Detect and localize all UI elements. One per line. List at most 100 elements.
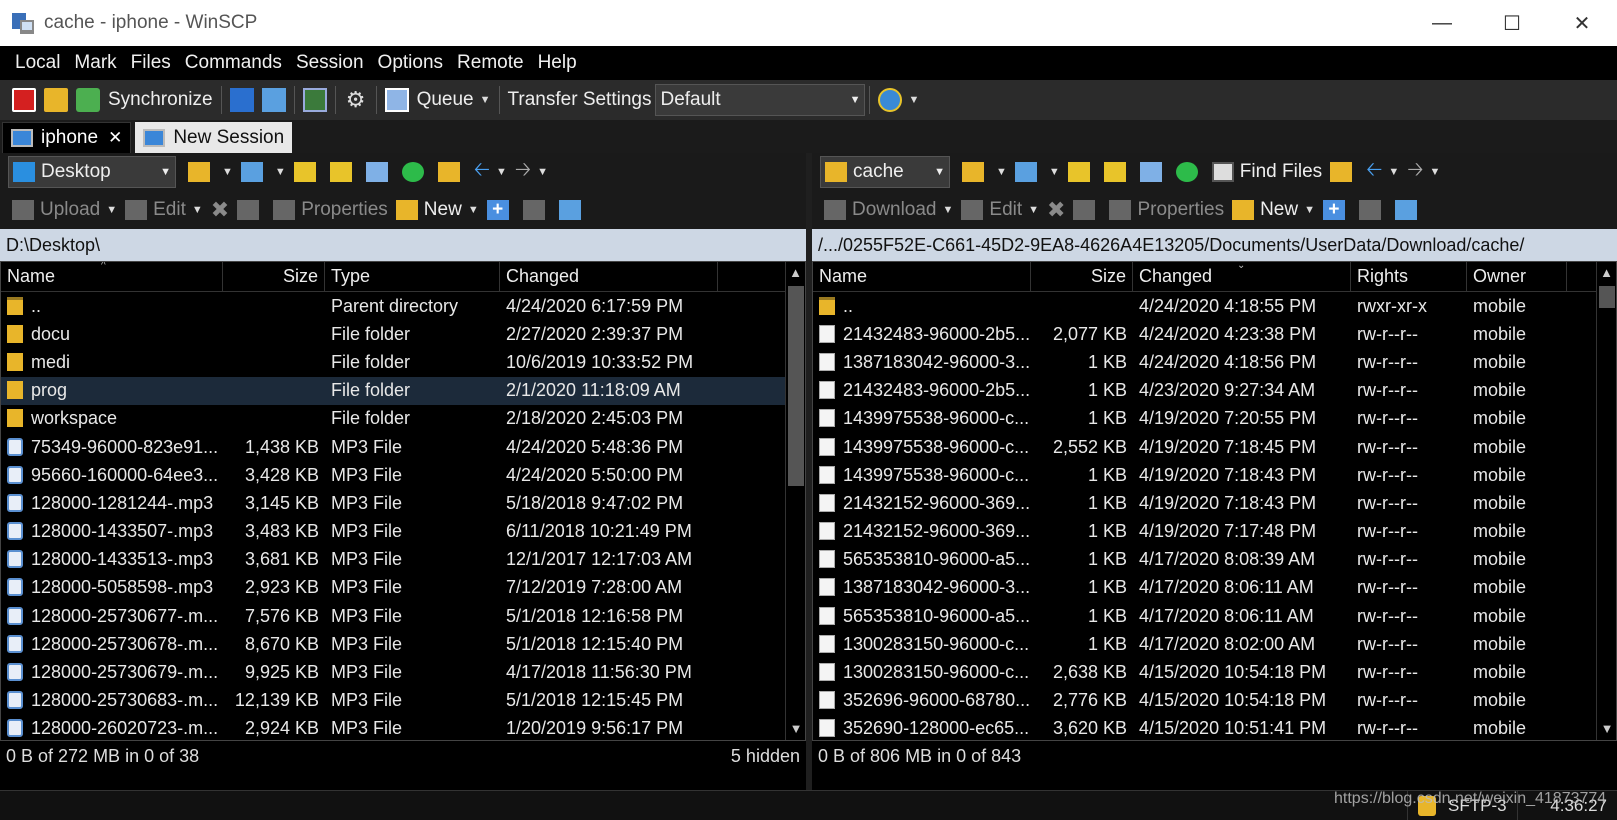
scroll-thumb[interactable]	[1599, 286, 1615, 308]
open-directory-button[interactable]: ▼	[184, 156, 237, 188]
properties-button[interactable]: Properties	[1105, 194, 1228, 226]
column-size[interactable]: Size	[1031, 262, 1133, 291]
preferences-button[interactable]: ⚙	[340, 83, 372, 117]
table-row[interactable]: 128000-1433513-.mp3 3,681 KB MP3 File 12/1/…	[1, 546, 805, 574]
column-type[interactable]: Type	[325, 262, 500, 291]
explorer-view-button[interactable]	[299, 83, 331, 117]
hidden-files-count[interactable]: 5 hidden	[731, 746, 800, 767]
forward-button[interactable]: 🡢 ▼	[1403, 156, 1444, 188]
synchronize-browsing-button[interactable]	[40, 83, 72, 117]
menu-session[interactable]: Session	[289, 52, 371, 74]
table-row[interactable]: 95660-160000-64ee3... 3,428 KB MP3 File 4/2…	[1, 461, 805, 489]
column-size[interactable]: Size	[223, 262, 325, 291]
queue-button[interactable]: Queue ▼	[381, 83, 495, 117]
remote-path-bar[interactable]: /.../0255F52E-C661-45D2-9EA8-4626A4E1320…	[812, 229, 1617, 261]
table-row[interactable]: prog File folder 2/1/2020 11:18:09 AM	[1, 376, 805, 405]
table-row[interactable]: 1300283150-96000-c... 1 KB 4/17/2020 8:02:…	[813, 630, 1616, 658]
find-files-button[interactable]: Find Files	[1208, 156, 1326, 188]
menu-mark[interactable]: Mark	[67, 52, 123, 74]
menu-commands[interactable]: Commands	[178, 52, 289, 74]
download-button[interactable]: Download ▼	[820, 194, 957, 226]
table-row[interactable]: 21432152-96000-369... 1 KB 4/19/2020 7:18:…	[813, 489, 1616, 517]
parent-directory-button[interactable]	[1064, 156, 1100, 188]
column-name[interactable]: Name ^	[1, 262, 223, 291]
close-tab-icon[interactable]: ✕	[108, 128, 122, 148]
filter-button[interactable]: ▼	[1011, 156, 1064, 188]
table-row[interactable]: 1439975538-96000-c... 1 KB 4/19/2020 7:20:…	[813, 405, 1616, 433]
open-directory-button[interactable]: ▼	[958, 156, 1011, 188]
filter-button[interactable]: ▼	[237, 156, 290, 188]
table-row[interactable]: 565353810-96000-a5... 1 KB 4/17/2020 8:06:…	[813, 602, 1616, 630]
table-row[interactable]: 128000-1281244-.mp3 3,145 KB MP3 File 5/18/…	[1, 489, 805, 517]
table-row[interactable]: 21432483-96000-2b5... 1 KB 4/23/2020 9:27:…	[813, 377, 1616, 405]
scroll-thumb[interactable]	[788, 286, 804, 486]
new-button[interactable]: New ▼	[392, 194, 483, 226]
scroll-down-icon[interactable]: ▼	[786, 718, 805, 740]
menu-local[interactable]: Local	[8, 52, 67, 74]
table-row[interactable]: 128000-26020723-.m... 2,924 KB MP3 File 1/2…	[1, 715, 805, 740]
table-row[interactable]: 352690-128000-ec65... 3,620 KB 4/15/2020 1…	[813, 715, 1616, 740]
root-directory-button[interactable]	[1100, 156, 1136, 188]
unselect-button[interactable]	[1355, 194, 1391, 226]
remote-file-list[interactable]: Name Size Changed ⌄ Rights Owner .. 4/24/2…	[812, 261, 1617, 741]
maximize-icon[interactable]: ☐	[1477, 0, 1547, 46]
column-name[interactable]: Name	[813, 262, 1031, 291]
sites-button[interactable]: ▼	[874, 83, 923, 117]
table-row[interactable]: 1387183042-96000-3... 1 KB 4/17/2020 8:06:…	[813, 574, 1616, 602]
select-all-button[interactable]: +	[483, 194, 519, 226]
table-row[interactable]: 128000-25730683-.m... 12,139 KB MP3 File 5/…	[1, 687, 805, 715]
rename-button[interactable]	[233, 194, 269, 226]
scroll-up-icon[interactable]: ▲	[786, 262, 805, 284]
table-row[interactable]: 128000-5058598-.mp3 2,923 KB MP3 File 7/12/…	[1, 574, 805, 602]
menu-remote[interactable]: Remote	[450, 52, 531, 74]
table-row[interactable]: 128000-1433507-.mp3 3,483 KB MP3 File 6/11/…	[1, 518, 805, 546]
table-row[interactable]: 1439975538-96000-c... 2,552 KB 4/19/2020 7…	[813, 433, 1616, 461]
column-changed[interactable]: Changed	[500, 262, 718, 291]
remote-vertical-scrollbar[interactable]: ▲ ▼	[1596, 262, 1616, 740]
local-location-select[interactable]: Desktop ▼	[8, 156, 176, 188]
scroll-up-icon[interactable]: ▲	[1597, 262, 1616, 284]
table-row[interactable]: 128000-25730679-.m... 9,925 KB MP3 File 4/1…	[1, 658, 805, 686]
edit-button[interactable]: Edit ▼	[121, 194, 207, 226]
table-row[interactable]: workspace File folder 2/18/2020 2:45:03 PM	[1, 405, 805, 433]
home-button[interactable]	[362, 156, 398, 188]
table-row[interactable]: 21432483-96000-2b5... 2,077 KB 4/24/2020 4…	[813, 320, 1616, 348]
local-path-bar[interactable]: D:\Desktop\	[0, 229, 806, 261]
open-terminal-button[interactable]	[226, 83, 258, 117]
new-button[interactable]: New ▼	[1228, 194, 1319, 226]
table-row[interactable]: 75349-96000-823e91... 1,438 KB MP3 File 4/2…	[1, 433, 805, 461]
column-owner[interactable]: Owner	[1467, 262, 1567, 291]
table-row[interactable]: 128000-25730677-.m... 7,576 KB MP3 File 5/1…	[1, 602, 805, 630]
remote-location-select[interactable]: cache ▼	[820, 156, 950, 188]
delete-button[interactable]: ✖	[1043, 194, 1069, 226]
menu-options[interactable]: Options	[371, 52, 450, 74]
menu-files[interactable]: Files	[124, 52, 178, 74]
table-row[interactable]: medi File folder 10/6/2019 10:33:52 PM	[1, 348, 805, 376]
local-file-list[interactable]: Name ^ Size Type Changed .. Parent directo…	[0, 261, 806, 741]
column-changed[interactable]: Changed ⌄	[1133, 262, 1351, 291]
home-button[interactable]	[1136, 156, 1172, 188]
tree-button[interactable]	[434, 156, 470, 188]
tab-iphone[interactable]: iphone ✕	[2, 122, 132, 153]
table-row[interactable]: 565353810-96000-a5... 1 KB 4/17/2020 8:08:…	[813, 546, 1616, 574]
table-row[interactable]: 1300283150-96000-c... 2,638 KB 4/15/2020 1…	[813, 658, 1616, 686]
minimize-icon[interactable]: —	[1407, 0, 1477, 46]
local-vertical-scrollbar[interactable]: ▲ ▼	[785, 262, 805, 740]
back-button[interactable]: 🡠 ▼	[470, 156, 511, 188]
select-all-button[interactable]: +	[1319, 194, 1355, 226]
invert-selection-button[interactable]	[1391, 194, 1427, 226]
refresh-button[interactable]	[398, 156, 434, 188]
table-row[interactable]: docu File folder 2/27/2020 2:39:37 PM	[1, 320, 805, 348]
tree-button[interactable]	[1326, 156, 1362, 188]
open-putty-button[interactable]	[258, 83, 290, 117]
root-directory-button[interactable]	[326, 156, 362, 188]
table-row[interactable]: 352696-96000-68780... 2,776 KB 4/15/2020 1…	[813, 687, 1616, 715]
compare-directories-button[interactable]	[8, 83, 40, 117]
column-rights[interactable]: Rights	[1351, 262, 1467, 291]
table-row[interactable]: 21432152-96000-369... 1 KB 4/19/2020 7:17:…	[813, 518, 1616, 546]
scroll-down-icon[interactable]: ▼	[1597, 718, 1616, 740]
synchronize-button[interactable]: Synchronize	[72, 83, 217, 117]
table-row[interactable]: 1387183042-96000-3... 1 KB 4/24/2020 4:18:…	[813, 348, 1616, 376]
rename-button[interactable]	[1069, 194, 1105, 226]
tab-new-session[interactable]: New Session	[135, 122, 293, 153]
